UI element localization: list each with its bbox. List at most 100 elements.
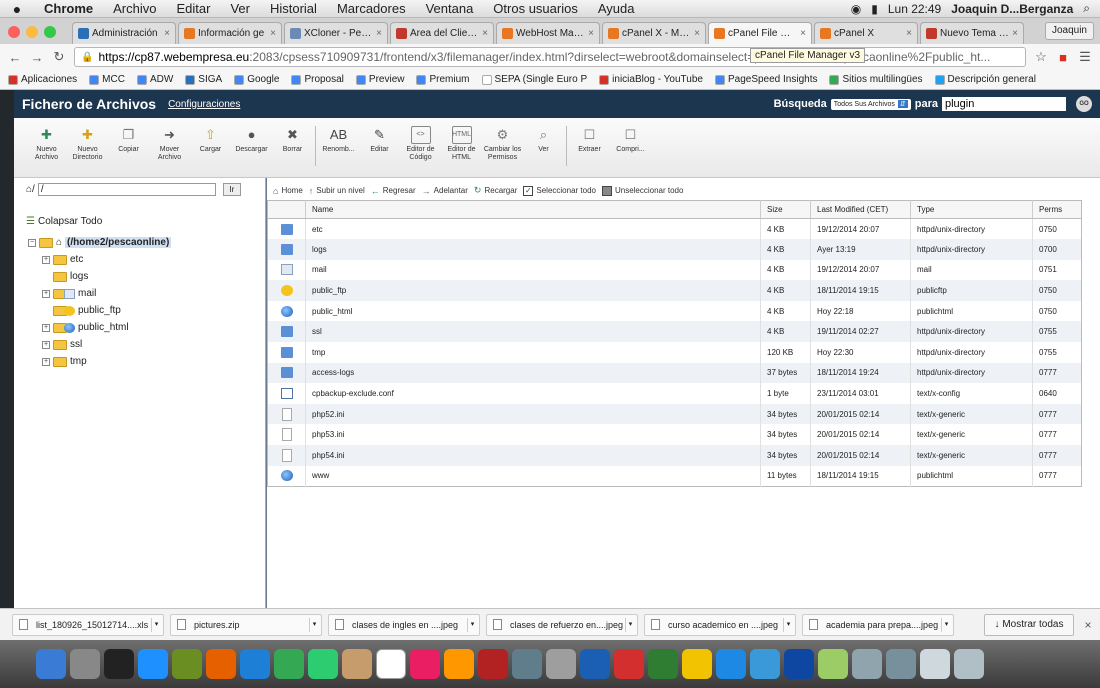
toolbar-rename-button[interactable]: AB Renomb... (318, 126, 359, 154)
menubar-item-chrome[interactable]: Chrome (34, 1, 103, 16)
bookmark-item[interactable]: Sitios multilingües (829, 74, 923, 85)
tree-item-mail[interactable]: + mail (42, 285, 171, 302)
bookmark-item[interactable]: Descripción general (934, 74, 1036, 85)
search-scope-select[interactable]: Todos Sus Archivos ⇵ (830, 98, 911, 110)
zoom-window-button[interactable] (44, 26, 56, 38)
nav-action-unseleccionar-todo[interactable]: Unseleccionar todo (601, 185, 683, 196)
expand-toggle-icon[interactable]: + (42, 323, 50, 332)
menubar-item-ayuda[interactable]: Ayuda (588, 1, 645, 16)
bookmark-item[interactable]: SIGA (185, 74, 222, 85)
menubar-item-archivo[interactable]: Archivo (103, 1, 166, 16)
download-item[interactable]: academia para prepa....jpeg ▾ (802, 613, 954, 636)
table-row[interactable]: public_ftp 4 KB 18/11/2014 19:15 publicftp 0… (267, 280, 1082, 301)
toolbar-delete-button[interactable]: ✖ Borrar (272, 126, 313, 154)
url-field[interactable]: 🔒 https://cp87.webempresa.eu:2083/cpsess… (74, 47, 1026, 67)
chevron-down-icon[interactable]: ▾ (151, 617, 161, 632)
close-icon[interactable]: × (482, 28, 488, 39)
dock-app-icon[interactable] (478, 649, 508, 679)
show-all-downloads-button[interactable]: ↓ Mostrar todas (984, 613, 1074, 636)
column-perms[interactable]: Perms (1032, 200, 1082, 219)
close-icon[interactable]: × (906, 28, 912, 39)
chevron-down-icon[interactable]: ▾ (309, 617, 319, 632)
settings-link[interactable]: Configuraciones (168, 99, 240, 110)
toolbar-new-file-button[interactable]: ✚ Nuevo Archivo (26, 126, 67, 162)
nav-action-home[interactable]: ⌂ Home (273, 186, 303, 196)
chevron-down-icon[interactable]: ▾ (467, 617, 477, 632)
dock-app-icon[interactable] (852, 649, 882, 679)
table-row[interactable]: www 11 bytes 18/11/2014 19:15 publichtml 077… (268, 465, 1082, 487)
download-item[interactable]: pictures.zip ▾ (170, 613, 322, 636)
browser-tab[interactable]: Información ge × (178, 22, 282, 44)
toolbar-view-button[interactable]: ⌕ Ver (523, 126, 564, 154)
dock-app-icon[interactable] (920, 649, 950, 679)
dock-app-icon[interactable] (716, 649, 746, 679)
dock-app-icon[interactable] (308, 649, 338, 679)
close-icon[interactable]: × (800, 28, 806, 39)
browser-tab[interactable]: Área del Cliente × (390, 22, 494, 44)
menu-icon[interactable]: ☰ (1078, 49, 1092, 65)
table-row[interactable]: php52.ini 34 bytes 20/01/2015 02:14 text/x-… (267, 403, 1082, 425)
nav-action-adelantar[interactable]: → Adelantar (422, 186, 468, 196)
browser-tab[interactable]: Administración × (72, 22, 176, 44)
dock-app-icon[interactable] (614, 649, 644, 679)
bookmark-item[interactable]: SEPA (Single Euro P (481, 74, 587, 85)
menubar-item-historial[interactable]: Historial (260, 1, 327, 16)
dock-app-icon[interactable] (376, 649, 406, 679)
minimize-window-button[interactable] (26, 26, 38, 38)
go-button[interactable]: GO (1076, 96, 1092, 112)
bookmark-item[interactable]: iniciaBlog - YouTube (599, 74, 703, 85)
go-path-button[interactable]: Ir (222, 183, 241, 196)
chevron-down-icon[interactable]: ▾ (941, 617, 951, 632)
tree-item-public-ftp[interactable]: public_ftp (42, 302, 171, 319)
dock-app-icon[interactable] (750, 649, 780, 679)
tree-root[interactable]: − ⌂ (/home2/pescaonline) (28, 234, 172, 251)
menubar-item-editar[interactable]: Editar (166, 1, 220, 16)
column-modified[interactable]: Last Modified (CET) (810, 200, 911, 219)
toolbar-permissions-button[interactable]: ⚙ Cambiar los Permisos (482, 126, 523, 162)
browser-tab[interactable]: cPanel X × (814, 22, 918, 44)
nav-action-recargar[interactable]: ↻ Recargar (474, 185, 517, 196)
dock-app-icon[interactable] (580, 649, 610, 679)
bookmark-item[interactable]: MCC (89, 74, 125, 85)
bookmark-item[interactable]: Proposal (291, 74, 344, 85)
tree-item-tmp[interactable]: + tmp (42, 353, 171, 370)
expand-toggle-icon[interactable]: + (42, 289, 50, 298)
download-item[interactable]: list_180926_15012714....xls ▾ (12, 613, 164, 636)
table-row[interactable]: cpbackup-exclude.conf 1 byte 23/11/2014 03… (268, 383, 1082, 404)
dock-app-icon[interactable] (818, 649, 848, 679)
menubar-item-ver[interactable]: Ver (220, 1, 260, 16)
nav-action-subir-un-nivel[interactable]: ↑ Subir un nivel (309, 186, 365, 196)
menubar-item-otros-usuarios[interactable]: Otros usuarios (483, 1, 588, 16)
bookmark-item[interactable]: Aplicaciones (8, 74, 77, 85)
dock-app-icon[interactable] (138, 649, 168, 679)
dock-app-icon[interactable] (70, 649, 100, 679)
close-icon[interactable]: × (270, 28, 276, 39)
tree-item-public-html[interactable]: + public_html (42, 319, 171, 336)
toolbar-new-folder-button[interactable]: ✚ Nuevo Directorio (67, 126, 108, 162)
dock-app-icon[interactable] (886, 649, 916, 679)
table-row[interactable]: etc 4 KB 19/12/2014 20:07 httpd/unix-direct… (268, 218, 1082, 240)
menubar-item-marcadores[interactable]: Marcadores (327, 1, 416, 16)
bookmark-item[interactable]: Preview (355, 74, 404, 85)
table-row[interactable]: public_html 4 KB Hoy 22:18 publichtml 0750 (268, 300, 1082, 322)
browser-tab[interactable]: XCloner - Pesca × (284, 22, 388, 44)
tree-item-logs[interactable]: logs (42, 268, 171, 285)
back-icon[interactable]: ← (8, 50, 22, 65)
bookmark-item[interactable]: ADW (136, 74, 173, 85)
download-item[interactable]: clases de refuerzo en....jpeg ▾ (486, 613, 638, 636)
close-icon[interactable]: × (1080, 618, 1096, 632)
toolbar-download-button[interactable]: ● Descargar (231, 126, 272, 154)
close-window-button[interactable] (8, 26, 20, 38)
download-item[interactable]: curso academico en ....jpeg ▾ (644, 613, 796, 636)
dock-app-icon[interactable] (342, 649, 372, 679)
toolbar-compress-button[interactable]: ☐ Compri... (610, 126, 651, 154)
clock[interactable]: Lun 22:49 (888, 2, 941, 16)
toolbar-edit-button[interactable]: ✎ Editar (359, 126, 400, 154)
tree-item-etc[interactable]: + etc (42, 251, 171, 268)
table-row[interactable]: mail 4 KB 19/12/2014 20:07 mail 0751 (268, 259, 1082, 281)
toolbar-html-editor-button[interactable]: HTML Editor de HTML (441, 126, 482, 162)
table-row[interactable]: ssl 4 KB 19/11/2014 02:27 httpd/unix-direct… (267, 321, 1082, 343)
reload-icon[interactable]: ↻ (52, 49, 66, 65)
close-icon[interactable]: × (164, 28, 170, 39)
nav-action-regresar[interactable]: ← Regresar (371, 186, 416, 196)
